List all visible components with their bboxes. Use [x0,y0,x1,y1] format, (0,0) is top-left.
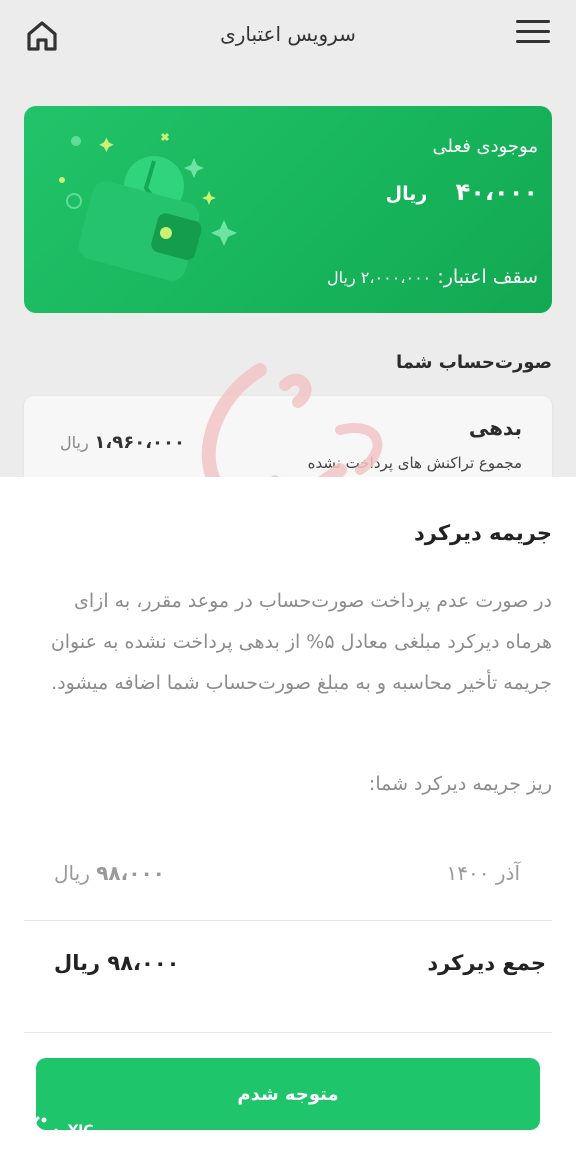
late-fee-value: ۹۸،۰۰۰ [96,861,165,885]
debt-title: بدهی [468,416,522,440]
balance-label: موجودی فعلی [432,136,538,157]
late-fee-amount: ۹۸،۰۰۰ ریال [54,861,165,885]
total-label: جمع دیرکرد [427,951,546,975]
debt-amount: ۱،۹۶۰،۰۰۰ ریال [60,432,185,453]
credit-limit-value: ۲،۰۰۰،۰۰۰ ریال [327,268,432,287]
balance-amount: ۴۰،۰۰۰ ریال [386,178,538,206]
late-fee-total-row: جمع دیرکرد ۹۸،۰۰۰ ریال [0,949,576,1009]
sheet-title: جریمه دیرکرد [414,521,552,545]
balance-unit: ریال [385,183,428,205]
divider [24,920,552,921]
hamburger-icon [516,20,550,43]
page-title: سرویس اعتباری [220,22,356,46]
breakdown-label: ریز جریمه دیرکرد شما: [368,773,552,795]
wallet-illustration-icon [59,132,237,281]
wallet-card: موجودی فعلی ۴۰،۰۰۰ ریال سقف اعتبار: ۲،۰۰… [24,106,552,313]
credit-limit: سقف اعتبار: ۲،۰۰۰،۰۰۰ ریال [327,266,538,288]
divider [24,1032,552,1033]
menu-button[interactable] [516,20,550,50]
app-header: سرویس اعتباری [0,0,576,72]
yjc-logo-icon [31,1116,58,1148]
debt-value: ۱،۹۶۰،۰۰۰ [94,432,186,453]
yjc-logo-text: YJC [68,1123,94,1139]
total-value: ۹۸،۰۰۰ [107,951,180,975]
sheet-description: در صورت عدم پرداخت صورت‌حساب در موعد مقر… [50,590,552,694]
total-unit: ریال [54,951,101,975]
yjc-logo: YJC [28,1110,118,1150]
total-amount: ۹۸،۰۰۰ ریال [54,951,179,975]
credit-limit-label: سقف اعتبار: [437,266,538,288]
balance-value: ۴۰،۰۰۰ [455,178,538,206]
late-fee-row: آذر ۱۴۰۰ ۹۸،۰۰۰ ریال [0,853,576,913]
late-fee-unit: ریال [54,861,90,885]
late-fee-sheet: جریمه دیرکرد در صورت عدم پرداخت صورت‌حسا… [0,477,576,1170]
late-fee-month: آذر ۱۴۰۰ [446,861,520,885]
debt-unit: ریال [60,433,89,452]
